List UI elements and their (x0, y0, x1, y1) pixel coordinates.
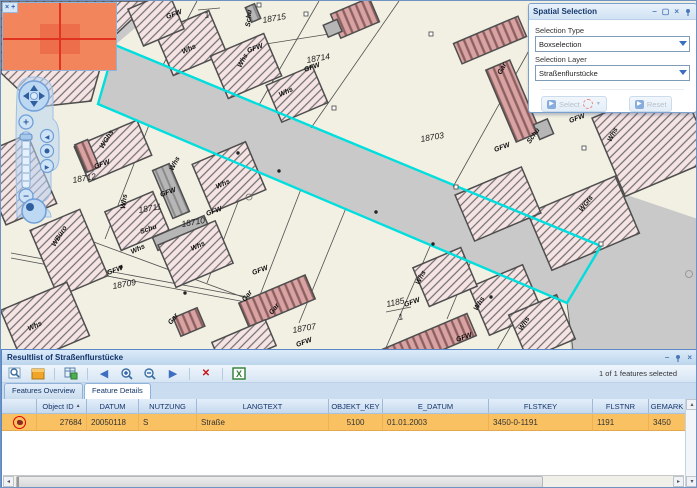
tab-feature-details[interactable]: Feature Details (84, 383, 151, 399)
table-header-row: Object ID▲ DATUM NUTZUNG LANGTEXT OBJEKT… (2, 399, 685, 414)
tab-features-overview[interactable]: Features Overview (4, 383, 83, 399)
column-header-langtext[interactable]: LANGTEXT (197, 399, 329, 413)
chevron-down-icon: ▼ (596, 101, 601, 107)
north-button[interactable] (22, 199, 46, 223)
zoom-slider-thumb[interactable] (20, 134, 32, 140)
spatial-selection-titlebar[interactable]: Spatial Selection – ▢ × (529, 4, 696, 20)
map-navigation-widget: + − ◀ ▶ (7, 75, 65, 227)
overview-crosshair-h (3, 38, 116, 40)
zoom-out-icon[interactable] (141, 365, 159, 382)
minimize-icon[interactable]: – (652, 8, 656, 16)
column-header-gemark[interactable]: GEMARK (649, 399, 685, 413)
zoom-in-glyph: + (23, 118, 29, 129)
cell-objekt-key: 5100 (329, 414, 383, 430)
next-extent-glyph: ▶ (45, 165, 50, 171)
selection-layer-dropdown[interactable]: Straßenflurstücke (535, 65, 690, 81)
refresh-red-icon (583, 99, 593, 109)
toolbar-separator (54, 368, 55, 380)
cell-e-datum: 01.01.2003 (383, 414, 489, 430)
clear-selection-icon[interactable]: ✕ (197, 365, 215, 382)
resultlist-toolbar: ◀ ▶ ✕ X 1 of 1 features selected (2, 365, 697, 383)
zoom-to-feature-icon[interactable] (6, 365, 24, 382)
column-header-object-id[interactable]: Object ID▲ (37, 399, 87, 413)
arrow-right-icon: ▶ (635, 100, 644, 109)
attribute-window-icon[interactable] (62, 365, 80, 382)
cell-gemark: 3450 (649, 414, 685, 430)
cell-flstkey: 3450-0-1191 (489, 414, 593, 430)
pin-icon[interactable] (674, 354, 682, 362)
selection-layer-value: Straßenflurstücke (539, 69, 598, 78)
overview-crosshair-v (59, 3, 61, 70)
previous-feature-icon[interactable]: ◀ (95, 365, 113, 382)
spatial-selection-title: Spatial Selection (533, 7, 652, 16)
full-extent-glyph (45, 149, 50, 154)
selection-status: 1 of 1 features selected (599, 369, 693, 378)
resultlist-tabs: Features Overview Feature Details (2, 383, 697, 399)
table-row-selected[interactable]: 27684 20050118 S Straße 5100 01.01.2003 … (2, 414, 685, 431)
close-icon[interactable]: × (687, 354, 692, 362)
scroll-down-icon[interactable]: ▾ (686, 476, 697, 487)
resultlist-titlebar[interactable]: Resultlist of Straßenflurstücke – × (2, 350, 697, 365)
scroll-left-icon[interactable]: ◂ (3, 476, 14, 487)
selection-type-dropdown[interactable]: Boxselection (535, 36, 690, 52)
overview-controls: × + (2, 2, 18, 13)
pan-center[interactable] (31, 93, 38, 100)
select-button[interactable]: ▶ Select ▼ (541, 96, 607, 112)
close-icon[interactable]: × (674, 8, 679, 16)
column-header-objekt-key[interactable]: OBJEKT_KEY (329, 399, 383, 413)
column-header-nutzung[interactable]: NUTZUNG (139, 399, 197, 413)
pin-icon[interactable] (684, 8, 692, 16)
table-empty-area (2, 431, 685, 476)
overview-close-icon[interactable]: × (5, 4, 9, 11)
overview-map[interactable] (2, 2, 117, 71)
minimize-icon[interactable]: – (665, 354, 669, 362)
selected-feature-marker-icon (13, 416, 26, 429)
north-glyph (26, 203, 34, 211)
chevron-down-icon[interactable] (679, 41, 687, 46)
chevron-down-icon[interactable] (679, 70, 687, 75)
toolbar-separator (189, 368, 190, 380)
scroll-up-icon[interactable]: ▴ (686, 399, 697, 410)
previous-extent-glyph: ◀ (45, 135, 50, 141)
sort-ascending-icon: ▲ (76, 403, 81, 409)
column-header-e-datum[interactable]: E_DATUM (383, 399, 489, 413)
resultlist-panel: Resultlist of Straßenflurstücke – × ◀ (1, 349, 697, 488)
column-header-marker[interactable] (2, 399, 37, 413)
arrow-right-icon: ▶ (547, 100, 556, 109)
cell-object-id: 27684 (37, 414, 87, 430)
reset-button[interactable]: ▶ Reset (629, 96, 673, 112)
svg-text:X: X (236, 369, 242, 379)
horizontal-scroll-thumb[interactable] (16, 476, 543, 488)
cell-langtext: Straße (197, 414, 329, 430)
selection-layer-label: Selection Layer (535, 55, 690, 64)
select-button-label: Select (559, 100, 580, 109)
toolbar-separator (222, 368, 223, 380)
cell-flstnr: 1191 (593, 414, 649, 430)
gis-application-window: 1871518714187031871218711187101870918707… (0, 0, 697, 488)
cell-nutzung: S (139, 414, 197, 430)
column-header-datum[interactable]: DATUM (87, 399, 139, 413)
export-excel-icon[interactable]: X (230, 365, 248, 382)
horizontal-scrollbar[interactable]: ◂ ▸ (3, 475, 684, 487)
resultlist-title: Resultlist of Straßenflurstücke (7, 353, 665, 362)
cell-datum: 20050118 (87, 414, 139, 430)
selection-type-value: Boxselection (539, 40, 582, 49)
column-header-flstkey[interactable]: FLSTKEY (489, 399, 593, 413)
scroll-right-icon[interactable]: ▸ (673, 476, 684, 487)
vertical-scrollbar[interactable]: ▴ ▾ (685, 399, 697, 487)
column-header-flstnr[interactable]: FLSTNR (593, 399, 649, 413)
selection-type-label: Selection Type (535, 26, 690, 35)
reset-button-label: Reset (647, 100, 667, 109)
zoom-in-icon[interactable] (118, 365, 136, 382)
highlight-feature-icon[interactable] (29, 365, 47, 382)
spatial-selection-panel: Spatial Selection – ▢ × Selection Type B… (528, 3, 697, 113)
restore-icon[interactable]: ▢ (662, 8, 670, 16)
overview-pan-icon[interactable]: + (11, 4, 15, 11)
toolbar-separator (87, 368, 88, 380)
next-feature-icon[interactable]: ▶ (164, 365, 182, 382)
